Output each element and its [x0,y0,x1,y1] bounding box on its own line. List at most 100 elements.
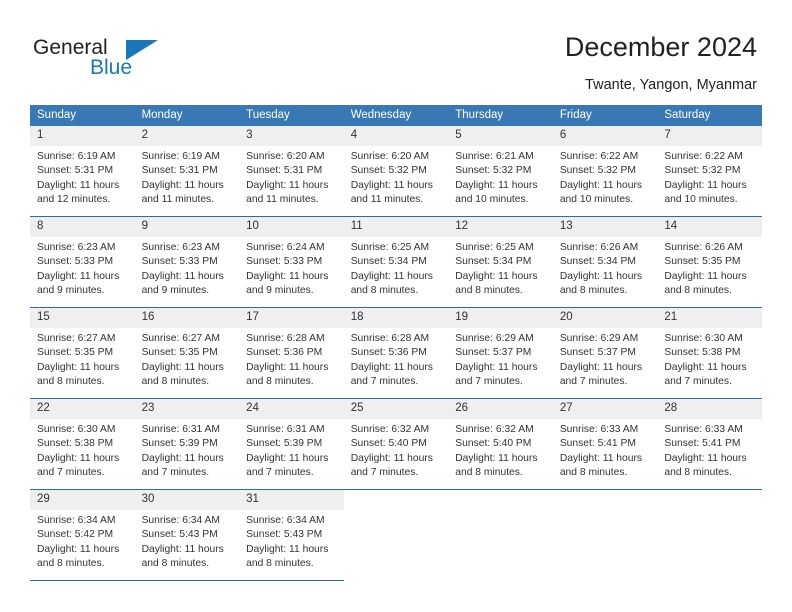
calendar-day-cell[interactable]: 6 Sunrise: 6:22 AM Sunset: 5:32 PM Daylight… [552,126,658,217]
daylight-text-line2: and 7 minutes. [350,466,419,478]
calendar-day-cell[interactable]: 25 Sunrise: 6:32 AM Sunset: 5:40 PM Dayligh… [343,398,449,490]
sunrise-text: Sunrise: 6:19 AM [37,151,116,162]
calendar-day-cell[interactable]: 11 Sunrise: 6:25 AM Sunset: 5:34 PM Dayligh… [343,216,449,308]
day-number: 2 [134,126,240,146]
daylight-text-line1: Daylight: 11 hours [664,179,747,191]
calendar-day-cell[interactable]: 16 Sunrise: 6:27 AM Sunset: 5:35 PM Dayligh… [134,307,240,399]
daylight-text-line2: and 8 minutes. [37,375,105,387]
calendar-day-cell[interactable]: 7 Sunrise: 6:22 AM Sunset: 5:32 PM Daylight… [657,126,762,217]
daylight-text-line2: and 9 minutes. [141,284,210,296]
day-number: 31 [239,490,344,510]
daylight-text-line1: Daylight: 11 hours [350,361,433,373]
day-sun-info: Sunrise: 6:28 AM Sunset: 5:36 PM Daylight:… [239,328,344,389]
daylight-text-line2: and 8 minutes. [664,284,732,296]
sunset-text: Sunset: 5:32 PM [559,165,636,177]
calendar-day-cell[interactable]: 23 Sunrise: 6:31 AM Sunset: 5:39 PM Dayligh… [134,398,240,490]
day-sun-info: Sunrise: 6:19 AM Sunset: 5:31 PM Daylight:… [135,146,240,207]
daylight-text-line1: Daylight: 11 hours [559,270,643,282]
sunrise-text: Sunrise: 6:27 AM [37,333,116,344]
daylight-text-line1: Daylight: 11 hours [559,179,643,191]
calendar-day-cell[interactable]: 21 Sunrise: 6:30 AM Sunset: 5:38 PM Dayligh… [657,307,762,399]
page-header: General Blue December 2024 Twante, Yango… [0,0,792,100]
day-number: 3 [239,126,344,146]
daylight-text-line2: and 11 minutes. [141,193,215,205]
daylight-text-line2: and 8 minutes. [246,375,314,387]
calendar-day-cell[interactable]: 29 Sunrise: 6:34 AM Sunset: 5:42 PM Dayligh… [30,489,135,581]
calendar-day-cell[interactable]: 24 Sunrise: 6:31 AM Sunset: 5:39 PM Dayligh… [239,398,344,490]
day-sun-info: Sunrise: 6:22 AM Sunset: 5:32 PM Daylight:… [657,146,762,207]
calendar-day-cell[interactable]: 27 Sunrise: 6:33 AM Sunset: 5:41 PM Dayligh… [552,398,658,490]
calendar-day-cell[interactable]: 2 Sunrise: 6:19 AM Sunset: 5:31 PM Daylight… [134,126,240,217]
sunset-text: Sunset: 5:31 PM [141,165,218,177]
daylight-text-line1: Daylight: 11 hours [350,179,433,191]
calendar-day-cell[interactable]: 1 Sunrise: 6:19 AM Sunset: 5:31 PM Daylight… [30,126,135,217]
calendar-day-cell[interactable]: 13 Sunrise: 6:26 AM Sunset: 5:34 PM Dayligh… [552,216,658,308]
day-sun-info: Sunrise: 6:29 AM Sunset: 5:37 PM Daylight:… [448,328,553,389]
calendar-day-cell[interactable]: 31 Sunrise: 6:34 AM Sunset: 5:43 PM Dayligh… [239,489,344,581]
daylight-text-line2: and 11 minutes. [246,193,319,205]
sunrise-text: Sunrise: 6:20 AM [246,151,325,162]
day-number: 14 [657,217,762,237]
sunrise-text: Sunrise: 6:29 AM [455,333,534,344]
daylight-text-line2: and 8 minutes. [455,284,523,296]
sunrise-text: Sunrise: 6:21 AM [455,151,534,162]
calendar-day-cell[interactable]: 12 Sunrise: 6:25 AM Sunset: 5:34 PM Dayligh… [448,216,553,308]
calendar-day-cell[interactable]: 15 Sunrise: 6:27 AM Sunset: 5:35 PM Dayligh… [30,307,135,399]
calendar-day-cell[interactable]: 22 Sunrise: 6:30 AM Sunset: 5:38 PM Dayligh… [30,398,135,490]
calendar-day-cell[interactable]: 18 Sunrise: 6:28 AM Sunset: 5:36 PM Dayligh… [343,307,449,399]
day-sun-info: Sunrise: 6:26 AM Sunset: 5:35 PM Daylight:… [657,237,762,298]
daylight-text-line1: Daylight: 11 hours [141,270,224,282]
sunrise-text: Sunrise: 6:33 AM [664,424,743,435]
day-sun-info: Sunrise: 6:25 AM Sunset: 5:34 PM Daylight:… [344,237,449,298]
calendar-day-cell[interactable]: 26 Sunrise: 6:32 AM Sunset: 5:40 PM Dayligh… [448,398,553,490]
daylight-text-line1: Daylight: 11 hours [455,179,538,191]
sunset-text: Sunset: 5:35 PM [141,347,218,359]
calendar-day-cell[interactable]: 8 Sunrise: 6:23 AM Sunset: 5:33 PM Daylight… [30,216,135,308]
day-number [553,490,658,510]
sunrise-text: Sunrise: 6:22 AM [559,151,639,162]
sunrise-text: Sunrise: 6:23 AM [141,242,220,253]
daylight-text-line1: Daylight: 11 hours [37,361,120,373]
calendar-day-cell[interactable]: 3 Sunrise: 6:20 AM Sunset: 5:31 PM Daylight… [239,126,344,217]
sunrise-text: Sunrise: 6:30 AM [37,424,116,435]
sunset-text: Sunset: 5:36 PM [246,347,323,359]
weekday-header-tuesday: Tuesday [239,105,344,126]
calendar-day-cell[interactable]: 9 Sunrise: 6:23 AM Sunset: 5:33 PM Daylight… [134,216,240,308]
calendar-day-cell[interactable]: 4 Sunrise: 6:20 AM Sunset: 5:32 PM Daylight… [343,126,449,217]
sunrise-text: Sunrise: 6:31 AM [246,424,325,435]
day-sun-info: Sunrise: 6:34 AM Sunset: 5:43 PM Daylight:… [239,510,344,571]
sunrise-text: Sunrise: 6:28 AM [350,333,430,344]
day-number: 22 [30,399,135,419]
calendar-day-cell[interactable]: 10 Sunrise: 6:24 AM Sunset: 5:33 PM Dayligh… [239,216,344,308]
daylight-text-line1: Daylight: 11 hours [141,543,224,555]
calendar-week-row: 15 Sunrise: 6:27 AM Sunset: 5:35 PM Dayligh… [30,307,762,399]
day-number: 29 [30,490,135,510]
general-blue-logo[interactable]: General Blue [33,36,233,84]
sunset-text: Sunset: 5:31 PM [37,165,114,177]
day-sun-info: Sunrise: 6:21 AM Sunset: 5:32 PM Daylight:… [448,146,553,207]
calendar-day-cell[interactable]: 30 Sunrise: 6:34 AM Sunset: 5:43 PM Dayligh… [134,489,240,581]
calendar-day-cell[interactable]: 5 Sunrise: 6:21 AM Sunset: 5:32 PM Daylight… [448,126,553,217]
day-number: 9 [134,217,240,237]
calendar-day-cell[interactable]: 14 Sunrise: 6:26 AM Sunset: 5:35 PM Dayligh… [657,216,762,308]
day-number: 28 [657,399,762,419]
daylight-text-line2: and 10 minutes. [455,193,529,205]
day-number [448,490,553,510]
daylight-text-line1: Daylight: 11 hours [455,361,538,373]
calendar-day-cell[interactable]: 19 Sunrise: 6:29 AM Sunset: 5:37 PM Dayligh… [448,307,553,399]
calendar-day-cell-empty [448,490,553,581]
sunrise-text: Sunrise: 6:26 AM [559,242,639,253]
calendar-week-row: 8 Sunrise: 6:23 AM Sunset: 5:33 PM Daylight… [30,216,762,308]
day-sun-info: Sunrise: 6:34 AM Sunset: 5:43 PM Daylight:… [135,510,240,571]
calendar-day-cell[interactable]: 17 Sunrise: 6:28 AM Sunset: 5:36 PM Dayligh… [239,307,344,399]
sunrise-text: Sunrise: 6:24 AM [246,242,325,253]
calendar-day-cell[interactable]: 20 Sunrise: 6:29 AM Sunset: 5:37 PM Dayligh… [552,307,658,399]
sunrise-text: Sunrise: 6:32 AM [350,424,430,435]
day-sun-info: Sunrise: 6:27 AM Sunset: 5:35 PM Daylight:… [30,328,135,389]
logo-text-blue: Blue [90,56,133,79]
daylight-text-line2: and 11 minutes. [350,193,424,205]
calendar-day-cell[interactable]: 28 Sunrise: 6:33 AM Sunset: 5:41 PM Dayligh… [657,398,762,490]
sunrise-text: Sunrise: 6:34 AM [37,515,116,526]
sunset-text: Sunset: 5:38 PM [664,347,741,359]
daylight-text-line2: and 8 minutes. [246,557,314,569]
